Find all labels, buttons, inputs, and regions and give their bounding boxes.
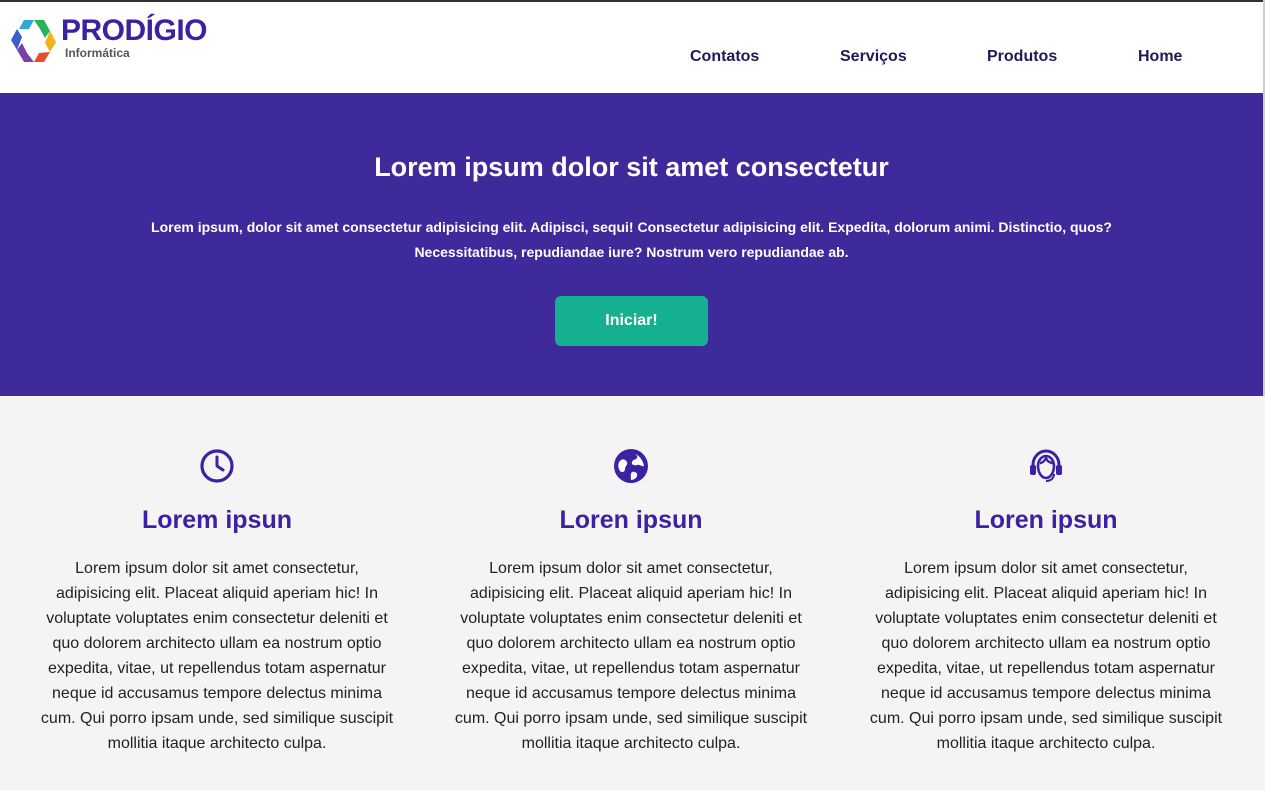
features-section: Lorem ipsun Lorem ipsum dolor sit amet c…	[0, 396, 1263, 790]
nav-link-servicos[interactable]: Serviços	[840, 48, 907, 66]
feature-title: Lorem ipsun	[141, 506, 292, 534]
hero-title: Lorem ipsum dolor sit amet consectetur	[374, 152, 889, 182]
headset-icon	[1030, 449, 1062, 482]
clock-icon	[200, 449, 234, 483]
feature-text: Lorem ipsum dolor sit amet consectetur, …	[454, 560, 808, 752]
start-button[interactable]: Iniciar!	[555, 296, 708, 346]
nav-link-home[interactable]: Home	[1138, 48, 1182, 66]
hero-section: Lorem ipsum dolor sit amet consectetur L…	[0, 93, 1263, 396]
feature-text: Lorem ipsum dolor sit amet consectetur, …	[869, 560, 1223, 752]
nav-link-contatos[interactable]: Contatos	[690, 48, 759, 66]
feature-title: Loren ipsun	[974, 506, 1118, 534]
globe-icon	[614, 449, 648, 483]
feature-text: Lorem ipsum dolor sit amet consectetur, …	[40, 560, 394, 752]
feature-title: Loren ipsun	[559, 506, 703, 534]
main-nav: Contatos Serviços Produtos Home	[0, 48, 1263, 68]
hero-text: Lorem ipsum, dolor sit amet consectetur …	[151, 219, 1112, 260]
site-header: PRODÍGIO Informática Contatos Serviços P…	[0, 2, 1263, 93]
brand-name: PRODÍGIO	[61, 14, 208, 47]
nav-link-produtos[interactable]: Produtos	[987, 48, 1057, 66]
